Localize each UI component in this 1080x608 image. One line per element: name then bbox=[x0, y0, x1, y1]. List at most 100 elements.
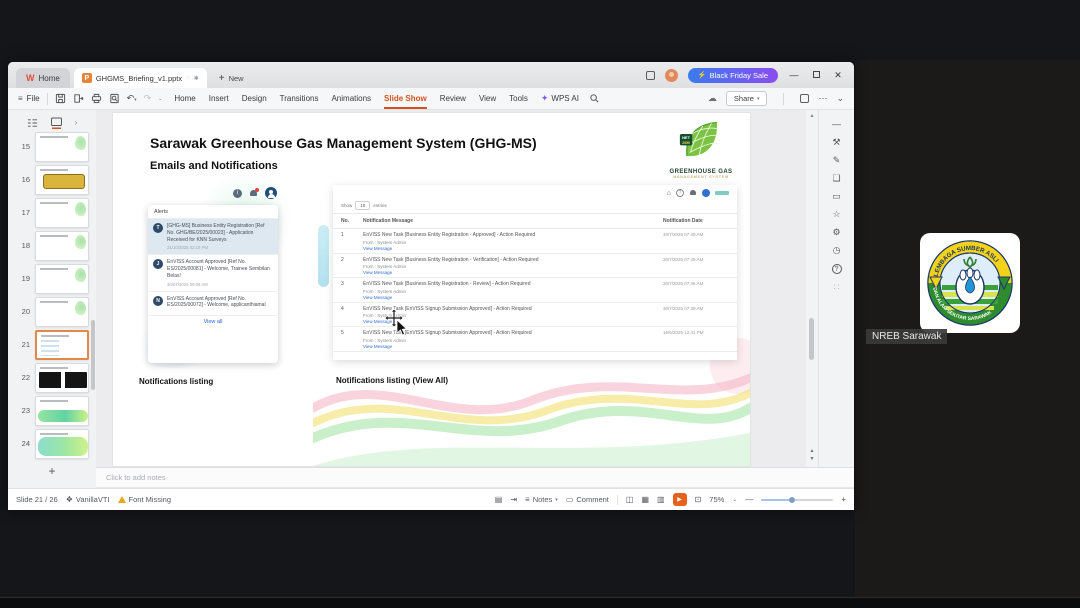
wps-ai-button[interactable]: ✦ WPS AI bbox=[541, 93, 579, 104]
slideshow-play-button[interactable]: ▶ bbox=[672, 493, 687, 506]
slide-thumbnail-row[interactable]: 16 bbox=[8, 163, 96, 196]
slide-24-thumbnail[interactable] bbox=[35, 428, 89, 459]
slide-15-thumbnail[interactable] bbox=[35, 131, 89, 162]
jump-to-icon[interactable]: ⇥ bbox=[510, 495, 517, 504]
normal-view-icon[interactable]: ◫ bbox=[626, 495, 634, 504]
collapse-ribbon-icon[interactable]: ⌄ bbox=[836, 93, 844, 104]
settings-icon[interactable]: ⚙ bbox=[832, 228, 840, 237]
comment-panel-icon[interactable]: ▭ bbox=[832, 192, 841, 201]
slide-view-icon[interactable] bbox=[50, 117, 63, 129]
print-icon[interactable] bbox=[91, 93, 102, 104]
save-icon[interactable] bbox=[55, 93, 66, 104]
comment-button[interactable]: ▭ Comment bbox=[566, 495, 609, 504]
tab-sync-icon[interactable]: ◌ bbox=[186, 75, 190, 81]
wps-ai-label: WPS AI bbox=[551, 94, 579, 103]
slide-thumbnail-row[interactable]: 23 bbox=[8, 394, 96, 427]
slide-thumbnail-row[interactable]: 17 bbox=[8, 196, 96, 229]
menu-review[interactable]: Review bbox=[440, 94, 466, 103]
add-slide-button[interactable]: + bbox=[8, 464, 96, 478]
row-no: 3 bbox=[341, 281, 344, 287]
slide-19-thumbnail[interactable] bbox=[35, 263, 89, 294]
zoom-chevron-icon[interactable]: ⌄ bbox=[732, 496, 737, 503]
panel-layout-icon[interactable] bbox=[800, 94, 810, 103]
slide-21-thumbnail-selected[interactable] bbox=[35, 329, 89, 360]
print-preview-icon[interactable] bbox=[109, 93, 120, 104]
slide-sorter-icon[interactable]: ▦ bbox=[641, 495, 649, 504]
cloud-sync-icon[interactable]: ☁ bbox=[708, 93, 717, 104]
slide-18-thumbnail[interactable] bbox=[35, 230, 89, 261]
menu-animations[interactable]: Animations bbox=[331, 94, 371, 103]
slide-thumbnail-row[interactable]: 21 bbox=[8, 328, 96, 361]
menu-tools[interactable]: Tools bbox=[509, 94, 528, 103]
home-tab[interactable]: W Home bbox=[16, 68, 70, 88]
menu-insert[interactable]: Insert bbox=[209, 94, 229, 103]
file-menu[interactable]: ≡ File bbox=[18, 94, 40, 103]
promo-button[interactable]: ⚡ Black Friday Sale bbox=[687, 67, 778, 83]
reading-view-icon[interactable]: ▥ bbox=[657, 495, 665, 504]
menu-transitions[interactable]: Transitions bbox=[280, 94, 319, 103]
menu-design[interactable]: Design bbox=[242, 94, 267, 103]
fit-to-window-icon[interactable]: ⊡ bbox=[695, 495, 702, 504]
chevron-down-icon: ▾ bbox=[555, 496, 558, 503]
favorites-icon[interactable]: ☆ bbox=[832, 210, 840, 219]
more-options-icon[interactable]: ⋯ bbox=[818, 93, 827, 104]
maximize-button[interactable] bbox=[810, 70, 822, 80]
scrollbar-thumb[interactable] bbox=[809, 318, 814, 360]
zoom-slider[interactable] bbox=[761, 496, 834, 503]
font-missing-warning[interactable]: Font Missing bbox=[117, 495, 171, 504]
zoom-out-button[interactable]: — bbox=[745, 495, 753, 504]
slide-thumbnail-row[interactable]: 24 bbox=[8, 427, 96, 460]
qat-more-icon[interactable]: ⌄ bbox=[158, 96, 162, 102]
zoom-slider-knob[interactable] bbox=[789, 496, 796, 503]
undo-icon[interactable]: ↶▾ bbox=[127, 93, 137, 104]
new-tab-button[interactable]: + New bbox=[219, 68, 244, 88]
apps-grid-icon[interactable]: ∷ bbox=[834, 283, 840, 292]
document-tab[interactable]: P GHGMS_Briefing_v1.pptx ◌ ✱ bbox=[73, 68, 207, 88]
zoom-in-button[interactable]: + bbox=[841, 495, 846, 504]
slide[interactable]: Sarawak Greenhouse Gas Management System… bbox=[113, 113, 750, 466]
collapse-toolbar-icon[interactable]: — bbox=[832, 120, 841, 129]
help-panel-icon[interactable]: ? bbox=[831, 264, 842, 274]
notes-area[interactable]: Click to add notes bbox=[96, 467, 854, 488]
theme-indicator[interactable]: ❖ VanillaVTI bbox=[66, 495, 110, 504]
scroll-up-icon[interactable]: ▴ bbox=[806, 112, 818, 119]
slide-thumbnail-row[interactable]: 18 bbox=[8, 229, 96, 262]
share-button[interactable]: Share ▾ bbox=[725, 91, 768, 106]
edit-style-icon[interactable]: ✎ bbox=[833, 156, 841, 165]
slide-22-thumbnail[interactable] bbox=[35, 362, 89, 393]
account-avatar[interactable] bbox=[664, 68, 678, 82]
slide-thumbnail-row[interactable]: 19 bbox=[8, 262, 96, 295]
vertical-scrollbar[interactable]: ▴ ▲ ▼ bbox=[806, 110, 818, 467]
slide-23-thumbnail[interactable] bbox=[35, 395, 89, 426]
shapes-icon[interactable]: ❑ bbox=[832, 174, 840, 183]
notes-toggle[interactable]: ≡ Notes ▾ bbox=[525, 495, 558, 504]
slide-16-thumbnail[interactable] bbox=[35, 164, 89, 195]
slide-thumbnail-row[interactable]: 22 bbox=[8, 361, 96, 394]
header-no: No. bbox=[341, 218, 350, 224]
slide-17-thumbnail[interactable] bbox=[35, 197, 89, 228]
notes-placeholder: Click to add notes bbox=[106, 473, 166, 482]
outline-view-icon[interactable] bbox=[27, 118, 38, 128]
tab-modified-icon[interactable]: ✱ bbox=[194, 75, 199, 82]
logo-line2: MANAGEMENT SYSTEM bbox=[673, 175, 729, 179]
collapse-panel-icon[interactable]: › bbox=[75, 118, 78, 127]
minimize-button[interactable]: — bbox=[788, 70, 800, 80]
slide-thumbnail-row[interactable]: 20 bbox=[8, 295, 96, 328]
export-icon[interactable] bbox=[73, 93, 84, 104]
panel-scrollbar-thumb[interactable] bbox=[91, 320, 95, 390]
history-icon[interactable]: ◷ bbox=[833, 246, 841, 255]
slide-thumbnail-row[interactable]: 15 bbox=[8, 130, 96, 163]
slide-nav-buttons[interactable]: ▲ ▼ bbox=[806, 448, 818, 463]
close-button[interactable]: ✕ bbox=[832, 70, 844, 81]
menu-home[interactable]: Home bbox=[174, 94, 195, 103]
window-mode-icon[interactable] bbox=[645, 70, 655, 80]
redo-icon[interactable]: ↷ bbox=[144, 93, 152, 104]
notes-panel-icon[interactable]: ▤ bbox=[495, 495, 503, 504]
slide-title: Sarawak Greenhouse Gas Management System… bbox=[150, 135, 537, 151]
menu-view[interactable]: View bbox=[479, 94, 496, 103]
menu-slide-show[interactable]: Slide Show bbox=[384, 94, 427, 109]
slide-20-thumbnail[interactable] bbox=[35, 296, 89, 327]
slide-number: 22 bbox=[21, 373, 30, 382]
search-icon[interactable] bbox=[589, 93, 600, 104]
tools-icon[interactable]: ⚒ bbox=[832, 138, 840, 147]
